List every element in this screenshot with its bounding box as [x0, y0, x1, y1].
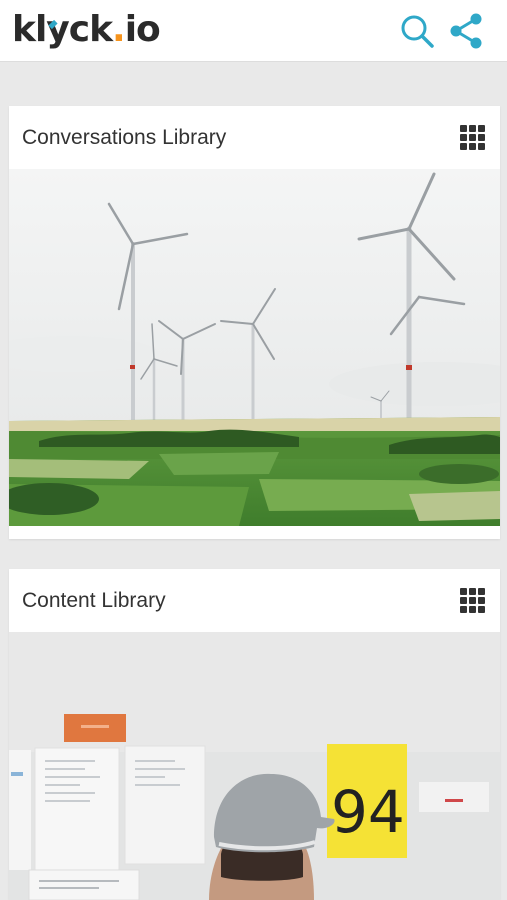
- app-header: klyck.io: [0, 0, 507, 62]
- card-title[interactable]: Content Library: [22, 589, 166, 613]
- grid-menu-icon[interactable]: [460, 125, 486, 151]
- conversations-library-card[interactable]: Conversations Library: [9, 106, 500, 539]
- card-header: Content Library: [9, 569, 500, 632]
- man-in-cap-office-wall-image[interactable]: 94: [9, 632, 500, 900]
- card-title[interactable]: Conversations Library: [22, 126, 226, 150]
- svg-text:94: 94: [331, 778, 405, 846]
- wind-turbines-field-image[interactable]: [9, 169, 500, 526]
- card-header: Conversations Library: [9, 106, 500, 169]
- search-icon[interactable]: [398, 12, 436, 50]
- grid-menu-icon[interactable]: [460, 588, 486, 614]
- content-library-card[interactable]: Content Library 94: [9, 569, 500, 900]
- klyck-logo[interactable]: klyck.io: [12, 8, 161, 52]
- share-icon[interactable]: [446, 11, 486, 51]
